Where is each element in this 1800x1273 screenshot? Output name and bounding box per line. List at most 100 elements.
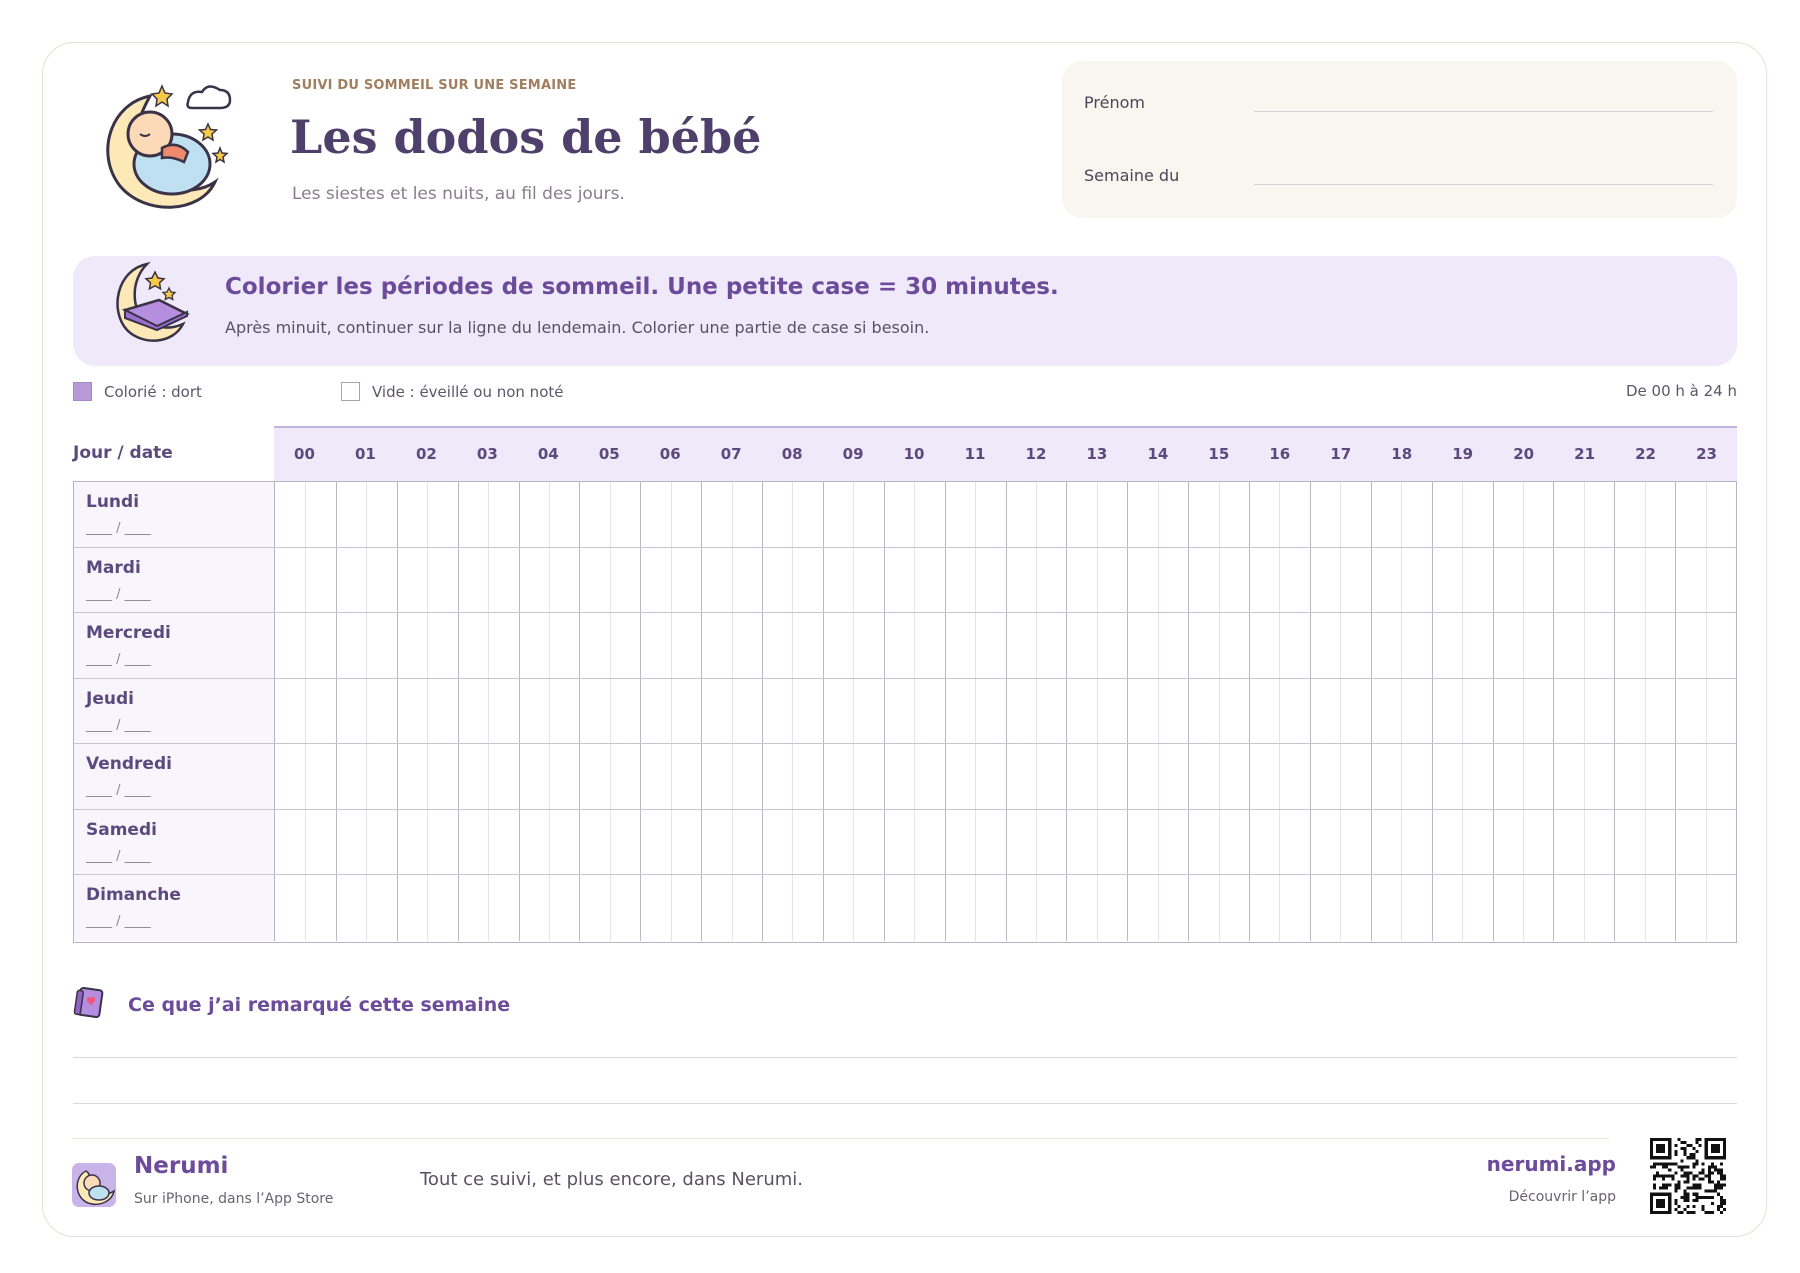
half-hour-slot[interactable]	[975, 613, 1005, 678]
half-hour-slot[interactable]	[488, 744, 518, 809]
half-hour-slot[interactable]	[822, 875, 853, 941]
half-hour-slot[interactable]	[1492, 482, 1523, 547]
half-hour-slot[interactable]	[1614, 547, 1644, 613]
name-line[interactable]	[1254, 111, 1713, 112]
half-hour-slot[interactable]	[1644, 744, 1675, 809]
half-hour-slot[interactable]	[518, 613, 549, 678]
half-hour-slot[interactable]	[427, 744, 457, 809]
half-hour-slot[interactable]	[1340, 744, 1370, 809]
half-hour-slot[interactable]	[1522, 875, 1553, 941]
half-hour-slot[interactable]	[609, 482, 640, 547]
half-hour-slot[interactable]	[1188, 809, 1218, 875]
half-hour-slot[interactable]	[488, 678, 518, 744]
half-hour-slot[interactable]	[1705, 744, 1736, 809]
half-hour-slot[interactable]	[822, 809, 853, 875]
half-hour-slot[interactable]	[1705, 875, 1736, 941]
half-hour-slot[interactable]	[1401, 678, 1431, 744]
half-hour-slot[interactable]	[1431, 809, 1462, 875]
half-hour-slot[interactable]	[1309, 482, 1340, 547]
half-hour-slot[interactable]	[1096, 482, 1127, 547]
half-hour-slot[interactable]	[548, 547, 579, 613]
half-hour-slot[interactable]	[1005, 875, 1036, 941]
half-hour-slot[interactable]	[1309, 547, 1340, 613]
half-hour-slot[interactable]	[731, 809, 762, 875]
half-hour-slot[interactable]	[1431, 482, 1462, 547]
half-hour-slot[interactable]	[518, 678, 549, 744]
note-line[interactable]	[73, 1103, 1737, 1104]
half-hour-slot[interactable]	[457, 744, 488, 809]
half-hour-slot[interactable]	[457, 678, 488, 744]
half-hour-slot[interactable]	[427, 678, 457, 744]
half-hour-slot[interactable]	[457, 613, 488, 678]
half-hour-slot[interactable]	[1614, 809, 1644, 875]
week-field[interactable]: Semaine du	[1084, 162, 1713, 192]
half-hour-slot[interactable]	[275, 679, 305, 744]
half-hour-slot[interactable]	[1522, 613, 1553, 678]
half-hour-slot[interactable]	[1492, 547, 1523, 613]
half-hour-slot[interactable]	[518, 875, 549, 941]
half-hour-slot[interactable]	[1157, 875, 1188, 941]
half-hour-slot[interactable]	[488, 875, 518, 941]
half-hour-slot[interactable]	[1644, 809, 1675, 875]
half-hour-slot[interactable]	[1005, 809, 1036, 875]
half-hour-slot[interactable]	[640, 809, 670, 875]
half-hour-slot[interactable]	[1614, 613, 1644, 678]
half-hour-slot[interactable]	[1157, 482, 1188, 547]
half-hour-slot[interactable]	[305, 613, 335, 678]
half-hour-slot[interactable]	[1370, 678, 1401, 744]
half-hour-slot[interactable]	[792, 809, 822, 875]
half-hour-slot[interactable]	[579, 809, 609, 875]
half-hour-slot[interactable]	[1218, 613, 1249, 678]
half-hour-slot[interactable]	[1279, 809, 1309, 875]
half-hour-slot[interactable]	[1127, 482, 1157, 547]
half-hour-slot[interactable]	[366, 613, 396, 678]
half-hour-slot[interactable]	[1553, 613, 1583, 678]
half-hour-slot[interactable]	[396, 875, 427, 941]
half-hour-slot[interactable]	[1705, 678, 1736, 744]
half-hour-slot[interactable]	[731, 613, 762, 678]
half-hour-slot[interactable]	[1431, 547, 1462, 613]
half-hour-slot[interactable]	[975, 744, 1005, 809]
half-hour-slot[interactable]	[457, 875, 488, 941]
half-hour-slot[interactable]	[944, 678, 975, 744]
half-hour-slot[interactable]	[1583, 547, 1614, 613]
half-hour-slot[interactable]	[975, 482, 1005, 547]
half-hour-slot[interactable]	[1035, 678, 1066, 744]
half-hour-slot[interactable]	[1675, 547, 1705, 613]
half-hour-slot[interactable]	[396, 809, 427, 875]
half-hour-slot[interactable]	[1462, 744, 1492, 809]
half-hour-slot[interactable]	[975, 809, 1005, 875]
half-hour-slot[interactable]	[1096, 678, 1127, 744]
half-hour-slot[interactable]	[1188, 482, 1218, 547]
half-hour-slot[interactable]	[1644, 613, 1675, 678]
half-hour-slot[interactable]	[1066, 809, 1096, 875]
half-hour-slot[interactable]	[518, 482, 549, 547]
half-hour-slot[interactable]	[822, 613, 853, 678]
half-hour-slot[interactable]	[1462, 678, 1492, 744]
half-hour-slot[interactable]	[914, 547, 944, 613]
half-hour-slot[interactable]	[883, 678, 914, 744]
half-hour-slot[interactable]	[701, 547, 731, 613]
half-hour-slot[interactable]	[670, 482, 701, 547]
half-hour-slot[interactable]	[1309, 678, 1340, 744]
half-hour-slot[interactable]	[914, 678, 944, 744]
half-hour-slot[interactable]	[1340, 613, 1370, 678]
half-hour-slot[interactable]	[701, 678, 731, 744]
half-hour-slot[interactable]	[1583, 613, 1614, 678]
date-placeholder[interactable]: ____ / ____	[86, 718, 151, 733]
half-hour-slot[interactable]	[1522, 744, 1553, 809]
half-hour-slot[interactable]	[1035, 875, 1066, 941]
half-hour-slot[interactable]	[1127, 875, 1157, 941]
half-hour-slot[interactable]	[579, 482, 609, 547]
half-hour-slot[interactable]	[762, 744, 792, 809]
note-line[interactable]	[73, 1057, 1737, 1058]
half-hour-slot[interactable]	[1157, 613, 1188, 678]
half-hour-slot[interactable]	[883, 547, 914, 613]
half-hour-slot[interactable]	[762, 613, 792, 678]
website-link[interactable]: nerumi.app	[1487, 1152, 1616, 1176]
half-hour-slot[interactable]	[396, 678, 427, 744]
half-hour-slot[interactable]	[1309, 744, 1340, 809]
half-hour-slot[interactable]	[853, 547, 883, 613]
half-hour-slot[interactable]	[1249, 744, 1279, 809]
half-hour-slot[interactable]	[914, 875, 944, 941]
